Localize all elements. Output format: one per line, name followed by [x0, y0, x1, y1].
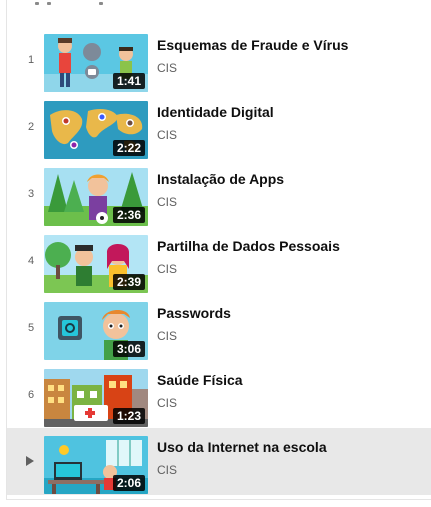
- playlist-item[interactable]: 4 2:39 Partilha de Dados Pessoais CIS: [7, 227, 431, 294]
- item-index: 4: [27, 254, 35, 267]
- video-thumbnail[interactable]: 1:41: [44, 34, 148, 92]
- video-thumbnail[interactable]: 2:06: [44, 436, 148, 494]
- video-title[interactable]: Instalação de Apps: [157, 170, 427, 188]
- video-title[interactable]: Identidade Digital: [157, 103, 427, 121]
- item-meta: Saúde Física CIS: [157, 371, 427, 410]
- video-title[interactable]: Saúde Física: [157, 371, 427, 389]
- channel-name[interactable]: CIS: [157, 396, 427, 410]
- playlist-panel: 1 1:41 Esquemas de Fraude e Vírus CIS 2 …: [6, 0, 431, 500]
- channel-name[interactable]: CIS: [157, 329, 427, 343]
- channel-name[interactable]: CIS: [157, 262, 427, 276]
- duration-badge: 3:06: [112, 341, 145, 357]
- duration-badge: 1:41: [112, 73, 145, 89]
- duration-badge: 1:23: [112, 408, 145, 424]
- playlist-item-now-playing[interactable]: 2:06 Uso da Internet na escola CIS: [7, 428, 431, 495]
- item-meta: Instalação de Apps CIS: [157, 170, 427, 209]
- item-index: 5: [27, 321, 35, 334]
- item-meta: Partilha de Dados Pessoais CIS: [157, 237, 427, 276]
- channel-name[interactable]: CIS: [157, 463, 427, 477]
- duration-badge: 2:39: [112, 274, 145, 290]
- channel-name[interactable]: CIS: [157, 195, 427, 209]
- video-title[interactable]: Passwords: [157, 304, 427, 322]
- playlist-item[interactable]: 2 2:22 Identidade Digital CIS: [7, 93, 431, 160]
- video-title[interactable]: Partilha de Dados Pessoais: [157, 237, 427, 255]
- playlist-item[interactable]: 1 1:41 Esquemas de Fraude e Vírus CIS: [7, 26, 431, 93]
- item-meta: Identidade Digital CIS: [157, 103, 427, 142]
- duration-badge: 2:22: [112, 140, 145, 156]
- playlist-item[interactable]: 3 2:36 Instalação de Apps CIS: [7, 160, 431, 227]
- video-thumbnail[interactable]: 2:36: [44, 168, 148, 226]
- channel-name[interactable]: CIS: [157, 128, 427, 142]
- video-thumbnail[interactable]: 3:06: [44, 302, 148, 360]
- playlist-header-fragment: [7, 0, 431, 26]
- video-thumbnail[interactable]: 2:22: [44, 101, 148, 159]
- playlist-item[interactable]: 6 1:23 Saúde Física CIS: [7, 361, 431, 428]
- video-title[interactable]: Uso da Internet na escola: [157, 438, 427, 456]
- item-meta: Passwords CIS: [157, 304, 427, 343]
- video-title[interactable]: Esquemas de Fraude e Vírus: [157, 36, 427, 54]
- channel-name[interactable]: CIS: [157, 61, 427, 75]
- item-index: 1: [27, 53, 35, 66]
- item-meta: Esquemas de Fraude e Vírus CIS: [157, 36, 427, 75]
- duration-badge: 2:36: [112, 207, 145, 223]
- video-thumbnail[interactable]: 2:39: [44, 235, 148, 293]
- playlist-item[interactable]: 5 3:06 Passwords CIS: [7, 294, 431, 361]
- header-cropped-glyphs: [35, 0, 115, 8]
- item-index: 2: [27, 120, 35, 133]
- video-thumbnail[interactable]: 1:23: [44, 369, 148, 427]
- item-index: 6: [27, 388, 35, 401]
- item-meta: Uso da Internet na escola CIS: [157, 438, 427, 477]
- duration-badge: 2:06: [112, 475, 145, 491]
- play-triangle-icon: [26, 456, 34, 466]
- item-index: 3: [27, 187, 35, 200]
- playlist-items: 1 1:41 Esquemas de Fraude e Vírus CIS 2 …: [7, 26, 431, 495]
